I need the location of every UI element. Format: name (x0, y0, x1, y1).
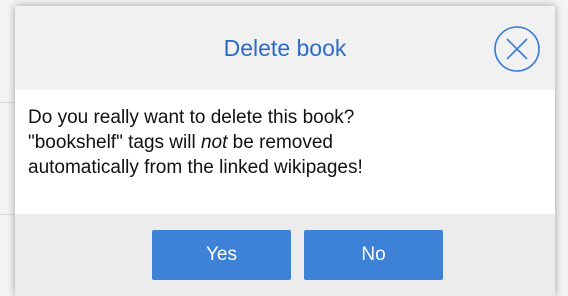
close-button[interactable] (492, 24, 542, 74)
message-line-2-prefix: "bookshelf" tags will (28, 132, 201, 153)
divider (0, 102, 14, 103)
circle-x-icon (494, 26, 540, 72)
message-line-2-suffix: be removed (227, 132, 334, 153)
message-line-3: automatically from the linked wikipages! (28, 157, 363, 178)
no-button[interactable]: No (304, 230, 443, 280)
message-emphasis: not (200, 132, 228, 153)
message-line-2: "bookshelf" tags will not be removed (28, 130, 538, 155)
divider (0, 214, 14, 215)
dialog-body: Do you really want to delete this book? … (15, 90, 555, 214)
yes-button[interactable]: Yes (152, 230, 291, 280)
message-line-1: Do you really want to delete this book? (28, 107, 355, 128)
dialog-footer: Yes No (15, 214, 555, 296)
delete-book-dialog: Delete book Do you really want to delete… (15, 6, 555, 296)
dialog-header: Delete book (15, 6, 555, 90)
dialog-title: Delete book (223, 35, 347, 61)
dialog-message: Do you really want to delete this book? … (28, 105, 538, 180)
